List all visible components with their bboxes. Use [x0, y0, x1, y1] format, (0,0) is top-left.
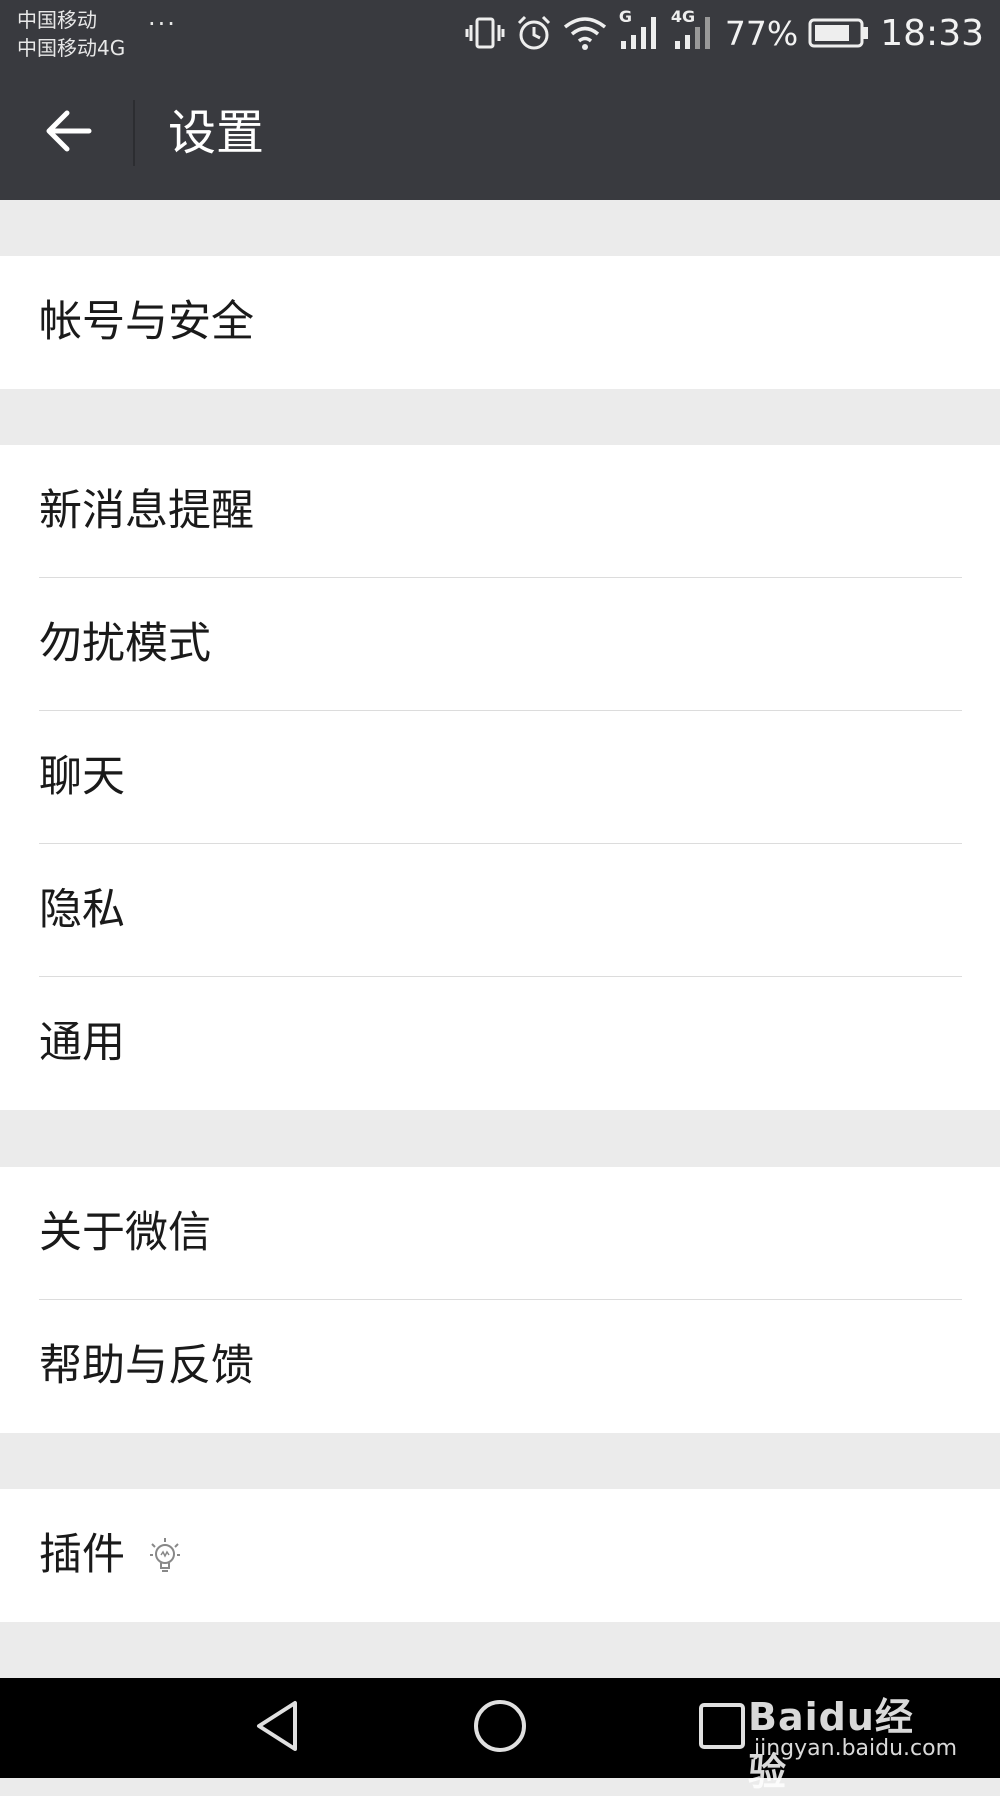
settings-item-notifications[interactable]: 新消息提醒	[0, 445, 1000, 578]
settings-item-account-security[interactable]: 帐号与安全	[0, 256, 1000, 389]
nav-home-button[interactable]	[460, 1696, 540, 1760]
triangle-back-icon	[253, 1699, 303, 1757]
lightbulb-icon	[148, 1536, 182, 1576]
header-divider	[133, 100, 135, 166]
wifi-icon	[563, 15, 607, 51]
network-type-2: 4G	[670, 7, 696, 26]
settings-item-help-feedback[interactable]: 帮助与反馈	[0, 1300, 1000, 1433]
alarm-icon	[515, 14, 553, 52]
carrier-2: 中国移动4G	[17, 36, 126, 60]
back-button[interactable]	[30, 96, 106, 170]
clock: 18:33	[880, 12, 984, 54]
baidu-watermark: Baidu经验 jingyan.baidu.com	[748, 1672, 957, 1794]
watermark-url: jingyan.baidu.com	[754, 1736, 958, 1761]
signal-1-icon: G	[617, 7, 661, 53]
circle-home-icon	[472, 1698, 528, 1758]
square-recents-icon	[697, 1701, 747, 1755]
header: 设置	[0, 66, 1000, 200]
carrier-1: 中国移动	[17, 8, 97, 32]
settings-item-label: 帮助与反馈	[39, 1341, 254, 1391]
settings-item-label: 勿扰模式	[39, 619, 211, 669]
settings-item-general[interactable]: 通用	[0, 977, 1000, 1110]
page-title: 设置	[168, 105, 265, 161]
settings-group-about: 关于微信 帮助与反馈	[0, 1167, 1000, 1433]
settings-item-privacy[interactable]: 隐私	[0, 844, 1000, 977]
carrier-info: 中国移动 中国移动4G	[17, 6, 125, 62]
settings-group-general: 新消息提醒 勿扰模式 聊天 隐私 通用	[0, 445, 1000, 1110]
settings-group-plugins: 插件	[0, 1489, 1000, 1622]
battery-percent: 77%	[724, 13, 799, 53]
settings-item-label: 通用	[39, 1018, 125, 1068]
settings-item-label: 聊天	[39, 752, 125, 802]
settings-group-account: 帐号与安全	[0, 256, 1000, 389]
settings-item-label: 隐私	[39, 885, 125, 935]
signal-2-icon: 4G	[671, 7, 715, 53]
status-icons: G 4G 77% 18:33	[465, 7, 984, 58]
arrow-left-icon	[43, 109, 93, 157]
settings-item-plugins[interactable]: 插件	[0, 1489, 1000, 1622]
vibrate-icon	[465, 15, 505, 51]
settings-item-label: 帐号与安全	[39, 297, 254, 347]
more-notifications-icon: ···	[148, 10, 177, 38]
settings-item-chat[interactable]: 聊天	[0, 711, 1000, 844]
battery-icon	[808, 17, 870, 49]
settings-item-do-not-disturb[interactable]: 勿扰模式	[0, 578, 1000, 711]
settings-item-label: 新消息提醒	[39, 486, 254, 536]
settings-item-about-wechat[interactable]: 关于微信	[0, 1167, 1000, 1300]
nav-back-button[interactable]	[238, 1696, 318, 1760]
settings-item-label: 插件	[39, 1530, 125, 1580]
settings-item-label: 关于微信	[39, 1208, 211, 1258]
network-type-1: G	[618, 7, 633, 26]
status-bar: 中国移动 中国移动4G ··· G 4G 77% 18:33	[0, 0, 1000, 66]
